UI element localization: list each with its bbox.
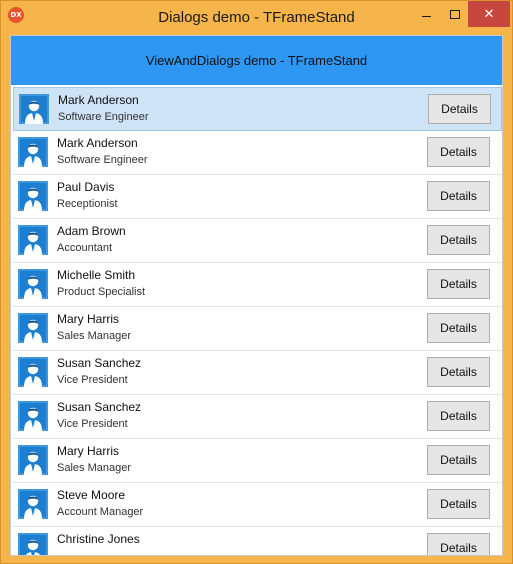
person-avatar-icon bbox=[18, 181, 48, 211]
person-avatar-icon bbox=[18, 313, 48, 343]
person-avatar-icon bbox=[18, 489, 48, 519]
person-role: Receptionist bbox=[57, 198, 118, 210]
details-button[interactable]: Details bbox=[428, 94, 491, 124]
person-avatar-icon bbox=[19, 94, 49, 124]
list-item[interactable]: Michelle Smith Product Specialist Detail… bbox=[13, 263, 502, 307]
app-window: DX Dialogs demo - TFrameStand ✕ ViewAndD… bbox=[0, 0, 513, 564]
details-button[interactable]: Details bbox=[427, 269, 490, 299]
person-name: Susan Sanchez bbox=[57, 400, 142, 414]
maximize-icon bbox=[450, 9, 460, 19]
person-role: Vice President bbox=[57, 418, 128, 430]
list-item[interactable]: Christine Jones Details bbox=[13, 527, 502, 555]
minimize-button[interactable] bbox=[412, 1, 440, 27]
person-name: Adam Brown bbox=[57, 224, 126, 238]
details-button[interactable]: Details bbox=[427, 313, 490, 343]
list-item[interactable]: Mark Anderson Software Engineer Details bbox=[13, 131, 502, 175]
people-list[interactable]: Mark Anderson Software Engineer Details … bbox=[13, 87, 502, 555]
person-avatar-icon bbox=[18, 225, 48, 255]
person-role: Product Specialist bbox=[57, 286, 146, 298]
details-button[interactable]: Details bbox=[427, 533, 490, 555]
list-item[interactable]: Susan Sanchez Vice President Details bbox=[13, 351, 502, 395]
list-item[interactable]: Steve Moore Account Manager Details bbox=[13, 483, 502, 527]
maximize-button[interactable] bbox=[442, 1, 468, 27]
person-avatar-icon bbox=[18, 269, 48, 299]
person-avatar-icon bbox=[18, 401, 48, 431]
close-icon: ✕ bbox=[483, 6, 495, 22]
person-role: Account Manager bbox=[57, 506, 144, 518]
person-name: Christine Jones bbox=[57, 532, 140, 546]
person-name: Susan Sanchez bbox=[57, 356, 142, 370]
person-name: Mark Anderson bbox=[57, 136, 138, 150]
details-button[interactable]: Details bbox=[427, 181, 490, 211]
person-name: Michelle Smith bbox=[57, 268, 136, 282]
title-bar[interactable]: DX Dialogs demo - TFrameStand ✕ bbox=[1, 1, 512, 35]
list-item[interactable]: Adam Brown Accountant Details bbox=[13, 219, 502, 263]
details-button[interactable]: Details bbox=[427, 357, 490, 387]
details-button[interactable]: Details bbox=[427, 401, 490, 431]
person-name: Mark Anderson bbox=[58, 93, 139, 107]
minimize-icon bbox=[421, 15, 431, 17]
client-area: ViewAndDialogs demo - TFrameStand Mark A… bbox=[10, 35, 503, 556]
list-item[interactable]: Susan Sanchez Vice President Details bbox=[13, 395, 502, 439]
list-item[interactable]: Paul Davis Receptionist Details bbox=[13, 175, 502, 219]
person-name: Mary Harris bbox=[57, 444, 119, 458]
person-role: Vice President bbox=[57, 374, 128, 386]
details-button[interactable]: Details bbox=[427, 445, 490, 475]
person-avatar-icon bbox=[18, 137, 48, 167]
details-button[interactable]: Details bbox=[427, 137, 490, 167]
person-role: Accountant bbox=[57, 242, 113, 254]
list-item[interactable]: Mary Harris Sales Manager Details bbox=[13, 307, 502, 351]
person-role: Software Engineer bbox=[58, 111, 149, 123]
person-name: Steve Moore bbox=[57, 488, 126, 502]
details-button[interactable]: Details bbox=[427, 489, 490, 519]
close-button[interactable]: ✕ bbox=[468, 1, 510, 27]
person-role: Sales Manager bbox=[57, 330, 131, 342]
person-role: Software Engineer bbox=[57, 154, 148, 166]
person-role: Sales Manager bbox=[57, 462, 131, 474]
person-avatar-icon bbox=[18, 445, 48, 475]
person-avatar-icon bbox=[18, 533, 48, 555]
list-item[interactable]: Mark Anderson Software Engineer Details bbox=[13, 87, 502, 131]
list-item[interactable]: Mary Harris Sales Manager Details bbox=[13, 439, 502, 483]
header-title: ViewAndDialogs demo - TFrameStand bbox=[145, 53, 368, 68]
header-banner: ViewAndDialogs demo - TFrameStand bbox=[11, 36, 502, 85]
person-avatar-icon bbox=[18, 357, 48, 387]
details-button[interactable]: Details bbox=[427, 225, 490, 255]
person-name: Paul Davis bbox=[57, 180, 115, 194]
person-name: Mary Harris bbox=[57, 312, 119, 326]
